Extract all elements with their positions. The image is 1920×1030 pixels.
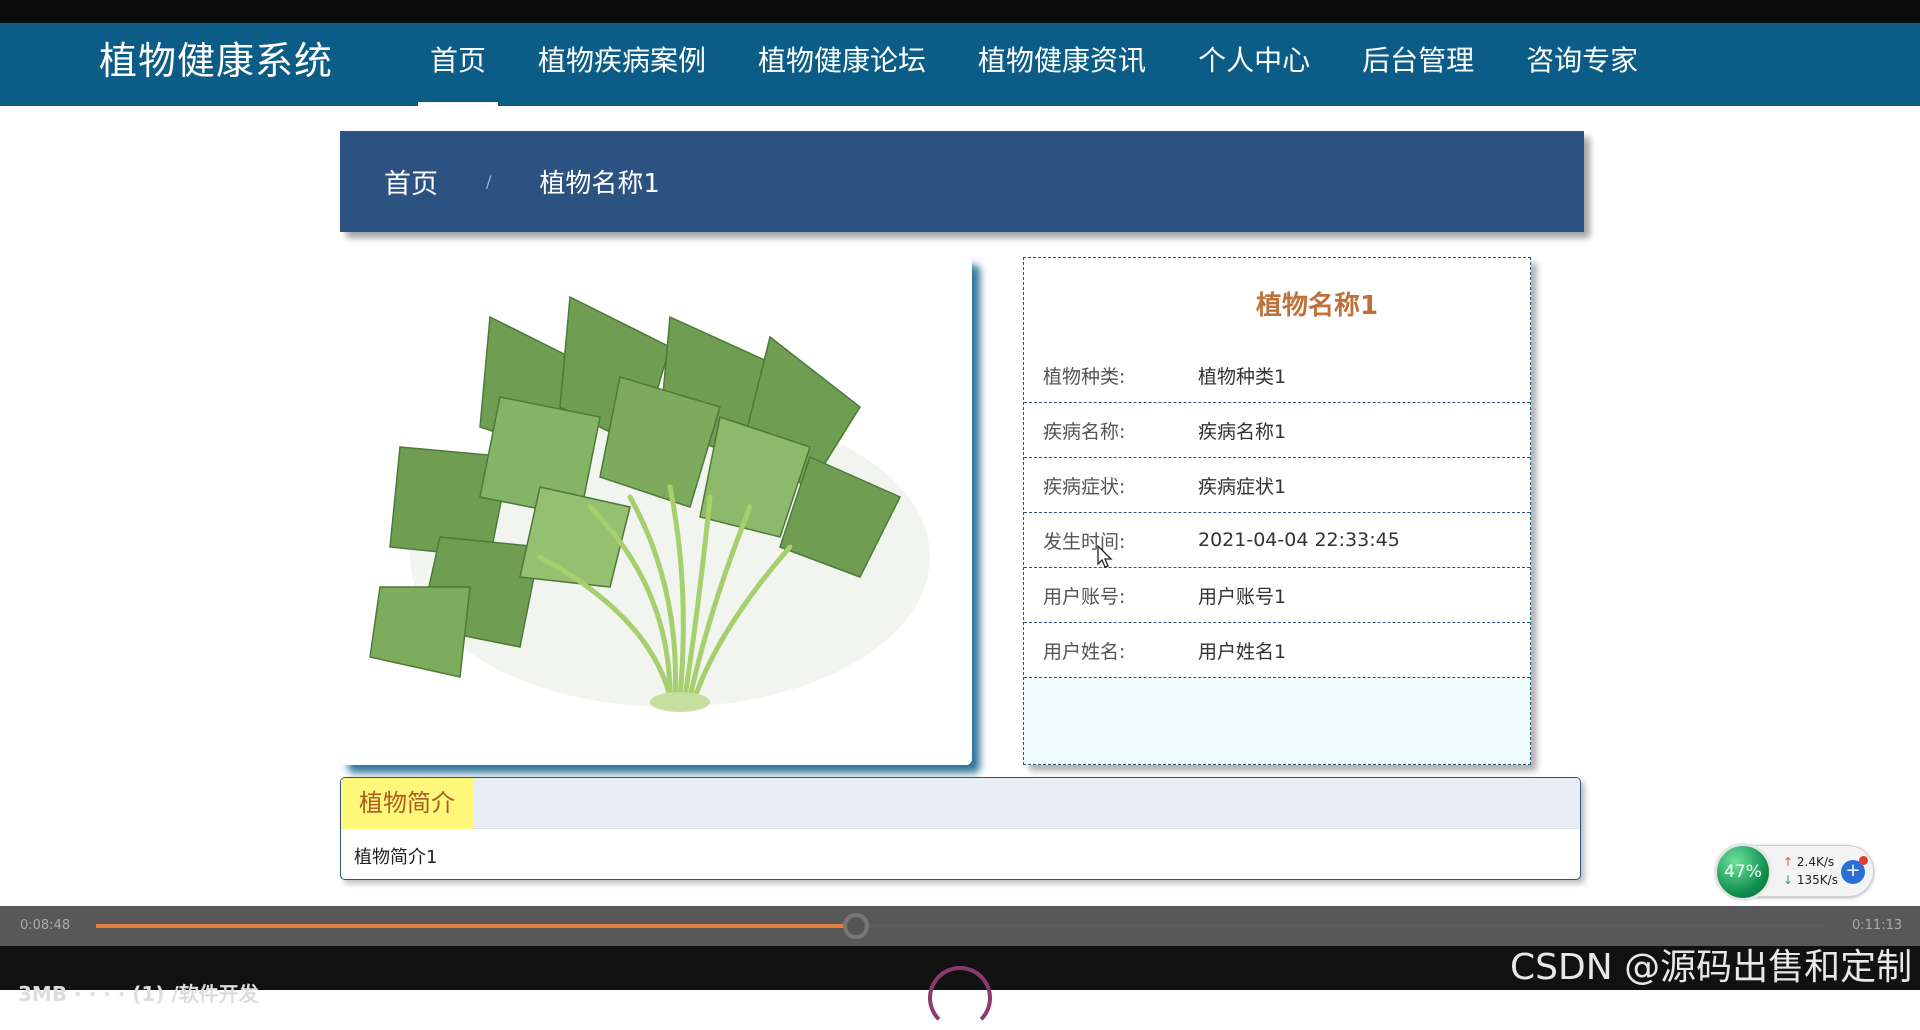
- download-speed-value: 135K/s: [1796, 873, 1838, 887]
- info-header: 植物名称1: [1024, 258, 1530, 348]
- nav-item-consult-expert[interactable]: 咨询专家: [1511, 23, 1653, 106]
- info-value: 植物种类1: [1198, 365, 1287, 388]
- info-label: 用户账号:: [1043, 585, 1126, 608]
- nav-item-news[interactable]: 植物健康资讯: [963, 23, 1161, 106]
- time-total: 0:11:13: [1852, 918, 1903, 933]
- nav-item-home[interactable]: 首页: [415, 23, 501, 106]
- info-value: 疾病症状1: [1198, 475, 1287, 498]
- nav-item-admin[interactable]: 后台管理: [1347, 23, 1489, 106]
- info-label: 疾病名称:: [1043, 420, 1126, 443]
- info-row-user-account: 用户账号: 用户账号1: [1024, 568, 1530, 623]
- info-value: 用户姓名1: [1198, 640, 1287, 663]
- info-value: 疾病名称1: [1198, 420, 1287, 443]
- info-value: 2021-04-04 22:33:45: [1198, 529, 1400, 551]
- nav-menu: 首页 植物疾病案例 植物健康论坛 植物健康资讯 个人中心 后台管理 咨询专家: [415, 23, 1675, 106]
- info-label: 植物种类:: [1043, 365, 1126, 388]
- plant-intro-section: 植物简介 植物简介1: [340, 777, 1581, 880]
- upload-arrow-icon: ↑: [1783, 855, 1794, 869]
- info-row-disease-symptom: 疾病症状: 疾病症状1: [1024, 458, 1530, 513]
- info-value: 用户账号1: [1198, 585, 1287, 608]
- mouse-cursor-icon: [1097, 545, 1113, 568]
- network-monitor-widget[interactable]: 47% ↑ 2.4K/s ↓ 135K/s +: [1714, 843, 1874, 901]
- notification-dot-icon: [1859, 856, 1868, 865]
- breadcrumb: 首页 / 植物名称1: [340, 131, 1584, 232]
- site-brand[interactable]: 植物健康系统: [99, 23, 333, 106]
- nav-item-personal-center[interactable]: 个人中心: [1183, 23, 1325, 106]
- breadcrumb-separator: /: [486, 172, 492, 191]
- intro-tab[interactable]: 植物简介: [341, 778, 473, 829]
- main-navbar: 植物健康系统 首页 植物疾病案例 植物健康论坛 植物健康资讯 个人中心 后台管理…: [0, 23, 1920, 106]
- plant-info-panel: 植物名称1 植物种类: 植物种类1 疾病名称: 疾病名称1 疾病症状: 疾病症状…: [1023, 257, 1531, 765]
- plant-title: 植物名称1: [1255, 290, 1379, 321]
- cpu-usage-ball: 47%: [1714, 843, 1772, 901]
- intro-content: 植物简介1: [354, 847, 438, 868]
- nav-item-disease-cases[interactable]: 植物疾病案例: [523, 23, 721, 106]
- player-bottom-text: 3MB · · · · (1) /软件开发: [18, 982, 259, 1006]
- info-row-user-name: 用户姓名: 用户姓名1: [1024, 623, 1530, 678]
- play-button-icon[interactable]: [928, 966, 992, 1030]
- info-row-plant-type: 植物种类: 植物种类1: [1024, 348, 1530, 403]
- window-top-bar: [0, 0, 1920, 23]
- nav-item-forum[interactable]: 植物健康论坛: [743, 23, 941, 106]
- download-arrow-icon: ↓: [1783, 873, 1794, 887]
- info-label: 用户姓名:: [1043, 640, 1126, 663]
- progress-track[interactable]: [96, 913, 1824, 939]
- info-label: 疾病症状:: [1043, 475, 1126, 498]
- breadcrumb-current: 植物名称1: [539, 169, 660, 199]
- csdn-watermark: CSDN @源码出售和定制: [1510, 947, 1913, 988]
- upload-speed: ↑ 2.4K/s: [1783, 855, 1834, 869]
- leafy-vegetable-image: [340, 257, 972, 765]
- intro-header: 植物简介: [341, 778, 1580, 829]
- breadcrumb-home-link[interactable]: 首页: [384, 162, 438, 201]
- plant-photo: [340, 257, 972, 765]
- upload-speed-value: 2.4K/s: [1796, 855, 1835, 869]
- download-speed: ↓ 135K/s: [1783, 873, 1838, 887]
- info-row-disease-name: 疾病名称: 疾病名称1: [1024, 403, 1530, 458]
- time-elapsed: 0:08:48: [20, 918, 71, 933]
- progress-fill: [96, 924, 857, 928]
